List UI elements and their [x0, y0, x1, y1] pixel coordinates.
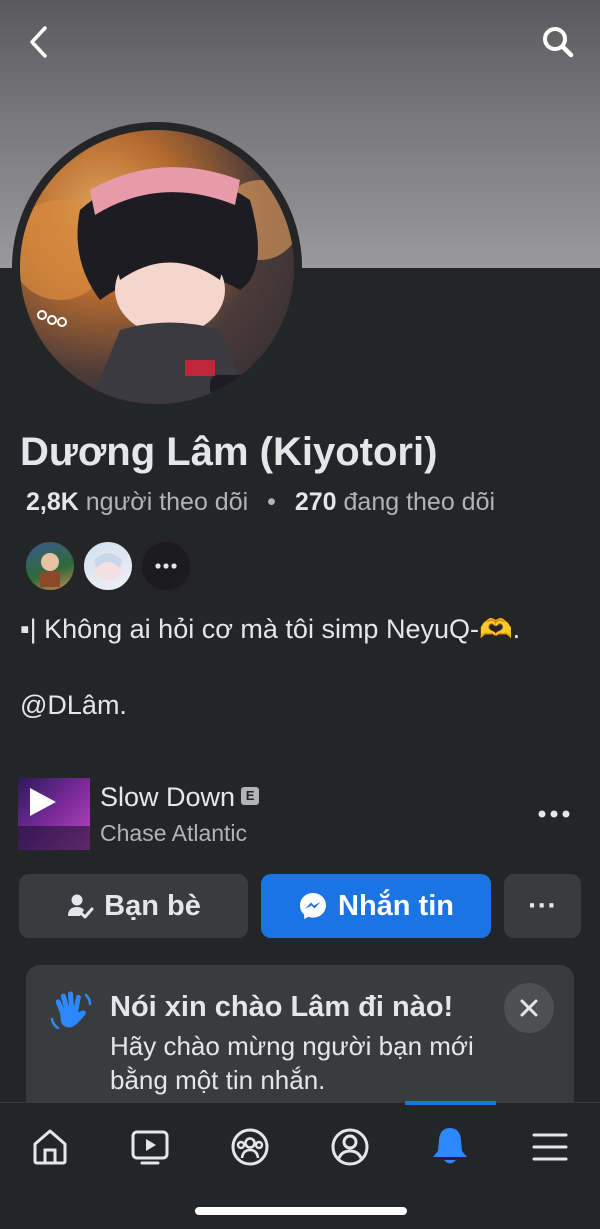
follow-stats: 2,8K người theo dõi • 270 đang theo dõi: [26, 488, 495, 517]
friend-check-icon: [68, 894, 94, 919]
following-count[interactable]: 270: [295, 488, 337, 516]
messenger-icon: [300, 893, 326, 919]
profile-icon: [331, 1128, 369, 1166]
bell-icon: [433, 1128, 467, 1164]
nav-video[interactable]: [120, 1121, 180, 1173]
profile-bio: ▪| Không ai hỏi cơ mà tôi simp NeyuQ-🫶. …: [20, 614, 521, 720]
music-more-button[interactable]: [534, 796, 574, 832]
hello-card-subtitle: Hãy chào mừng người bạn mới bằng một tin…: [110, 1031, 474, 1095]
home-icon: [33, 1129, 67, 1165]
friend-avatar[interactable]: [82, 540, 134, 592]
say-hello-card[interactable]: Nói xin chào Lâm đi nào! Hãy chào mừng n…: [26, 965, 574, 1115]
message-button[interactable]: Nhắn tin: [261, 874, 491, 938]
chevron-left-icon: [30, 26, 47, 58]
profile-name: Dương Lâm (Kiyotori): [20, 430, 438, 474]
nav-groups[interactable]: [220, 1121, 280, 1173]
music-cover[interactable]: [18, 778, 90, 850]
song-artist: Chase Atlantic: [100, 820, 248, 846]
nav-home[interactable]: [20, 1121, 80, 1173]
song-title: Slow Down E: [100, 782, 260, 813]
play-icon: [18, 788, 90, 850]
followers-count[interactable]: 2,8K: [26, 488, 79, 516]
avatar-image: [20, 130, 294, 404]
search-icon: [543, 27, 574, 58]
following-label[interactable]: đang theo dõi: [344, 488, 496, 516]
friends-button-label: Bạn bè: [104, 889, 201, 922]
close-icon: [520, 999, 538, 1017]
more-dots-icon: [538, 810, 570, 818]
friend-avatar[interactable]: [24, 540, 76, 592]
more-dots-icon: [155, 563, 177, 569]
menu-icon: [532, 1133, 568, 1161]
back-button[interactable]: [16, 20, 60, 64]
explicit-badge: E: [241, 787, 260, 805]
home-indicator[interactable]: [195, 1207, 407, 1215]
profile-picture[interactable]: [12, 122, 302, 412]
more-friends-avatar[interactable]: [140, 540, 192, 592]
nav-profile[interactable]: [320, 1121, 380, 1173]
close-button[interactable]: [504, 983, 554, 1033]
message-button-label: Nhắn tin: [338, 889, 454, 922]
more-actions-button[interactable]: ···: [504, 874, 581, 938]
profile-music[interactable]: Slow Down E Chase Atlantic: [18, 778, 584, 850]
friends-button[interactable]: Bạn bè: [19, 874, 248, 938]
nav-notifications[interactable]: [420, 1121, 480, 1173]
nav-menu[interactable]: [520, 1121, 580, 1173]
video-icon: [131, 1130, 169, 1165]
groups-icon: [231, 1128, 269, 1166]
followers-label[interactable]: người theo dõi: [86, 488, 248, 516]
active-tab-indicator: [405, 1101, 496, 1105]
more-actions-label: ···: [528, 889, 557, 922]
search-button[interactable]: [536, 20, 580, 64]
separator-dot: •: [267, 488, 276, 516]
waving-hand-icon: [50, 991, 92, 1030]
mutual-friends-avatars[interactable]: [24, 540, 192, 592]
hello-card-title: Nói xin chào Lâm đi nào!: [110, 991, 454, 1023]
